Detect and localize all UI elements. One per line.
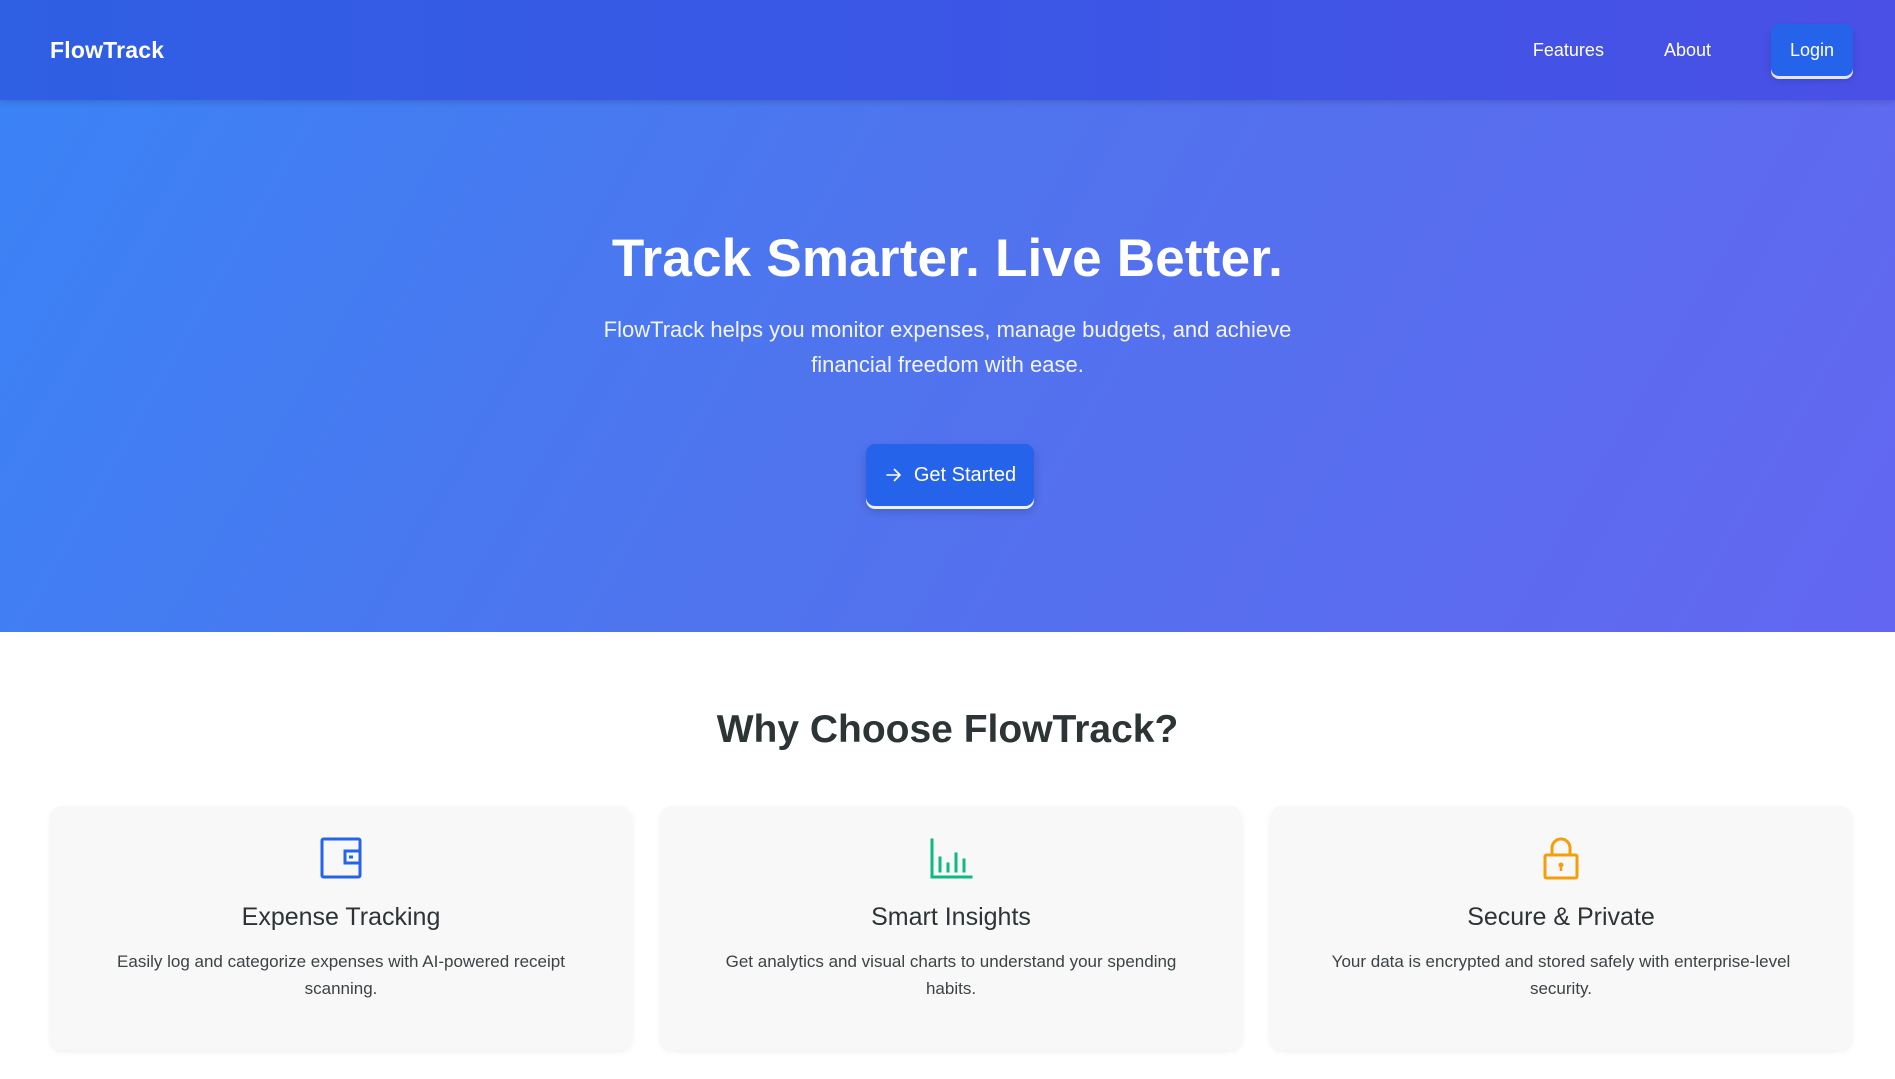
- feature-title: Secure & Private: [1467, 903, 1655, 931]
- bar-chart-icon: [929, 836, 973, 880]
- features-heading: Why Choose FlowTrack?: [716, 708, 1179, 751]
- hero-subtitle: FlowTrack helps you monitor expenses, ma…: [603, 317, 1292, 377]
- feature-card-expense-tracking: Expense Tracking Easily log and categori…: [50, 806, 632, 1050]
- feature-card-smart-insights: Smart Insights Get analytics and visual …: [660, 806, 1242, 1050]
- feature-card-secure-private: Secure & Private Your data is encrypted …: [1270, 806, 1852, 1050]
- lock-icon: [1539, 836, 1583, 880]
- login-button[interactable]: Login: [1771, 24, 1853, 76]
- get-started-button[interactable]: Get Started: [866, 444, 1034, 506]
- feature-title: Expense Tracking: [241, 903, 441, 931]
- feature-description: Get analytics and visual charts to under…: [725, 952, 1177, 998]
- nav-link-features[interactable]: Features: [1533, 40, 1604, 61]
- hero-title: Track Smarter. Live Better.: [611, 229, 1284, 288]
- hero-section: Track Smarter. Live Better. FlowTrack he…: [0, 100, 1895, 632]
- feature-title: Smart Insights: [871, 903, 1031, 931]
- nav-menu: Features About Login: [1533, 24, 1853, 76]
- feature-description: Your data is encrypted and stored safely…: [1331, 952, 1791, 998]
- top-navbar: FlowTrack Features About Login: [0, 0, 1895, 100]
- feature-description: Easily log and categorize expenses with …: [117, 952, 565, 998]
- brand-logo[interactable]: FlowTrack: [50, 37, 164, 64]
- get-started-label: Get Started: [913, 463, 1017, 486]
- wallet-icon: [319, 836, 363, 880]
- nav-link-about[interactable]: About: [1664, 40, 1711, 61]
- arrow-right-icon: [884, 465, 904, 485]
